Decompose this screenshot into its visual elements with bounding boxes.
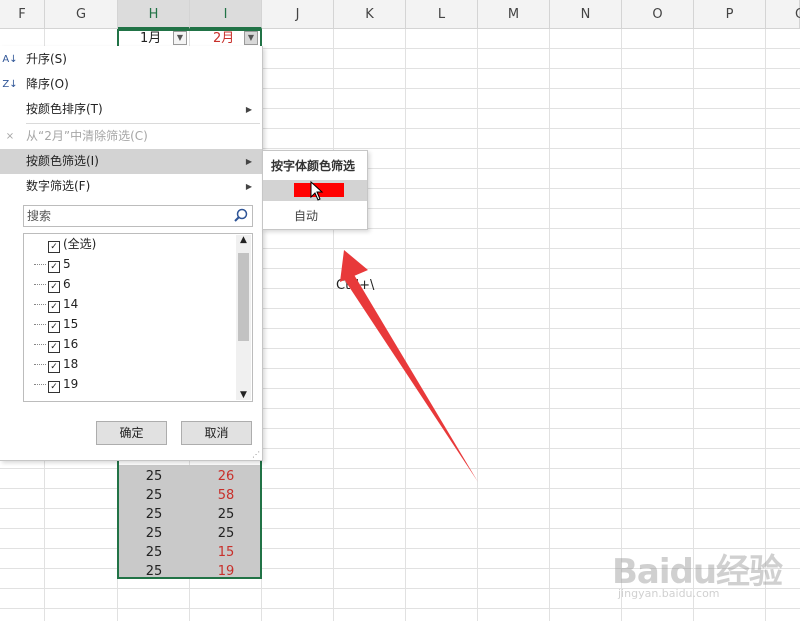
submenu-title: 按字体颜色筛选 (271, 159, 356, 173)
watermark-logo: Baidu经验 (612, 552, 783, 592)
list-item-label: (全选) (63, 237, 97, 251)
list-item-label: 19 (63, 377, 79, 391)
ok-button[interactable]: 确定 (96, 421, 167, 445)
column-header-p[interactable]: P (694, 0, 766, 29)
clear-filter-icon: ⨯ (5, 131, 15, 142)
scroll-up-icon[interactable]: ▲ (236, 235, 251, 245)
list-item[interactable]: ✓ 18 (48, 354, 78, 374)
list-item-label: 15 (63, 317, 79, 331)
menu-label: 按颜色排序(T) (26, 102, 103, 116)
list-scrollbar[interactable]: ▲ ▼ (236, 235, 251, 400)
checkbox-checked-icon[interactable]: ✓ (48, 321, 60, 333)
list-item-label: 16 (63, 337, 79, 351)
watermark-url: jingyan.baidu.com (618, 587, 720, 600)
list-item-label: 6 (63, 277, 71, 291)
baidu-jingyan-watermark: Baidu经验 jingyan.baidu.com (612, 536, 792, 606)
tree-connector (34, 264, 46, 265)
scroll-down-icon[interactable]: ▼ (236, 390, 251, 400)
list-item[interactable]: ✓ (全选) (48, 234, 96, 254)
search-input[interactable]: 搜索 (23, 205, 253, 227)
list-item[interactable]: ✓ 14 (48, 294, 78, 314)
menu-item-sort-asc[interactable]: A↓ 升序(S) (0, 47, 262, 72)
list-item[interactable]: ✓ 15 (48, 314, 78, 334)
sort-asc-icon: A↓ (2, 54, 18, 65)
checkbox-checked-icon[interactable]: ✓ (48, 281, 60, 293)
column-header-n[interactable]: N (550, 0, 622, 29)
annotation-arrow-icon (340, 250, 478, 482)
submenu-arrow-icon: ▶ (245, 105, 252, 114)
tree-connector (34, 344, 46, 345)
menu-label: 从“2月”中清除筛选(C) (26, 129, 148, 143)
menu-label: 数字筛选(F) (26, 179, 91, 193)
checkbox-checked-icon[interactable]: ✓ (48, 261, 60, 273)
resize-grip-icon[interactable]: ⋰ (252, 450, 260, 459)
checkbox-checked-icon[interactable]: ✓ (48, 361, 60, 373)
tree-connector (34, 284, 46, 285)
tree-connector (34, 384, 46, 385)
checkbox-checked-icon[interactable]: ✓ (48, 381, 60, 393)
submenu-arrow-icon: ▶ (245, 182, 252, 191)
spreadsheet: F G H I J K L M N O P Q 1月 ▼ 2月 ▼ 25 26 … (0, 0, 800, 621)
column-header-o[interactable]: O (622, 0, 694, 29)
column-header-h[interactable]: H (118, 0, 190, 29)
checkbox-checked-icon[interactable]: ✓ (48, 341, 60, 353)
menu-item-number-filter[interactable]: 数字筛选(F) ▶ (0, 174, 262, 199)
menu-label: 降序(O) (26, 77, 69, 91)
list-item[interactable]: ✓ 16 (48, 334, 78, 354)
list-item[interactable]: ✓ 5 (48, 254, 71, 274)
cancel-button[interactable]: 取消 (181, 421, 252, 445)
column-header-f[interactable]: F (0, 0, 45, 29)
list-item[interactable]: ✓ 19 (48, 374, 78, 394)
search-placeholder: 搜索 (27, 209, 52, 223)
tree-connector (34, 364, 46, 365)
column-header-m[interactable]: M (478, 0, 550, 29)
column-header-q[interactable]: Q (766, 0, 800, 29)
color-filter-submenu: 按字体颜色筛选 自动 (262, 150, 368, 230)
search-icon (234, 208, 248, 222)
menu-label: 升序(S) (26, 52, 67, 66)
sort-desc-icon: Z↓ (2, 79, 18, 90)
checkbox-checked-icon[interactable]: ✓ (48, 301, 60, 313)
column-header-j[interactable]: J (262, 0, 334, 29)
list-item-label: 5 (63, 257, 71, 271)
column-header-g[interactable]: G (45, 0, 118, 29)
checkbox-checked-icon[interactable]: ✓ (48, 241, 60, 253)
tree-connector (34, 324, 46, 325)
menu-item-filter-by-color[interactable]: 按颜色筛选(I) ▶ (0, 149, 262, 174)
value-list[interactable]: ✓ (全选) ✓ 5 ✓ 6 ✓ 14 ✓ 15 ✓ 16 ✓ 18 ✓ 19 ▲ ▼ (23, 233, 253, 402)
list-item-label: 18 (63, 357, 79, 371)
menu-item-sort-desc[interactable]: Z↓ 降序(O) (0, 72, 262, 97)
column-header-i[interactable]: I (190, 0, 262, 29)
column-header-l[interactable]: L (406, 0, 478, 29)
menu-item-clear-filter[interactable]: ⨯ 从“2月”中清除筛选(C) (0, 124, 262, 149)
submenu-arrow-icon: ▶ (245, 157, 252, 166)
filter-menu: A↓ 升序(S) Z↓ 降序(O) 按颜色排序(T) ▶ ⨯ 从“2月”中清除筛… (0, 46, 263, 461)
list-item-label: 14 (63, 297, 79, 311)
submenu-item-auto[interactable]: 自动 (294, 207, 318, 224)
list-item[interactable]: ✓ 6 (48, 274, 71, 294)
column-header-k[interactable]: K (334, 0, 406, 29)
menu-item-sort-by-color[interactable]: 按颜色排序(T) ▶ (0, 97, 262, 122)
tree-connector (34, 304, 46, 305)
scrollbar-thumb[interactable] (238, 253, 249, 341)
menu-label: 按颜色筛选(I) (26, 154, 99, 168)
mouse-cursor-icon (310, 181, 324, 201)
